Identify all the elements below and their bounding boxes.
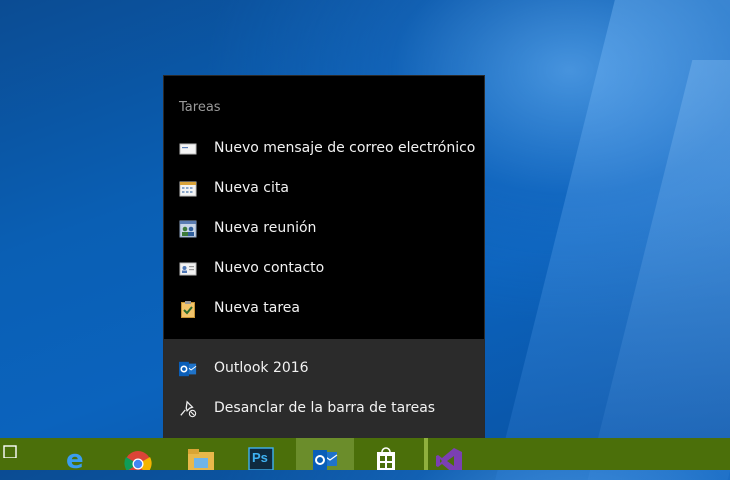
tasks-header: Tareas <box>179 100 221 115</box>
task-new-contact[interactable]: Nuevo contacto <box>164 250 484 288</box>
svg-text:e: e <box>66 445 84 470</box>
chrome-button[interactable] <box>115 438 161 477</box>
outlook-jump-list: Tareas Nuevo mensaje de correo electróni… <box>164 76 484 438</box>
task-view-icon <box>3 438 19 462</box>
open-outlook-2016[interactable]: Outlook 2016 <box>164 350 484 388</box>
pinned-label: Desanclar de la barra de tareas <box>214 400 436 416</box>
task-new-meeting[interactable]: Nueva reunión <box>164 210 484 248</box>
task-label: Nueva reunión <box>214 220 317 236</box>
visual-studio-icon <box>434 438 464 474</box>
task-new-email[interactable]: Nuevo mensaje de correo electrónico <box>164 130 484 168</box>
pinned-label: Outlook 2016 <box>214 360 309 376</box>
photoshop-button[interactable]: Ps <box>238 438 284 470</box>
unpin-icon <box>179 400 197 418</box>
task-label: Nueva cita <box>214 180 289 196</box>
chrome-icon <box>123 438 153 477</box>
folder-icon <box>185 438 215 474</box>
visual-studio-button[interactable] <box>424 438 474 474</box>
task-new-appointment[interactable]: Nueva cita <box>164 170 484 208</box>
running-indicator <box>424 438 428 470</box>
calendar-icon <box>179 180 197 198</box>
file-explorer-button[interactable] <box>177 438 223 470</box>
pinned-section: Outlook 2016 Desanclar de la barra de ta… <box>164 339 484 438</box>
edge-button[interactable]: e <box>52 438 98 475</box>
task-view-button[interactable] <box>0 438 22 470</box>
edge-icon: e <box>61 438 89 475</box>
outlook-taskbar-button[interactable] <box>296 438 354 470</box>
photoshop-label: Ps <box>252 450 268 465</box>
task-clipboard-icon <box>179 300 197 318</box>
store-icon <box>371 438 401 474</box>
photoshop-icon: Ps <box>248 438 274 470</box>
meeting-icon <box>179 220 197 238</box>
task-label: Nuevo contacto <box>214 260 325 276</box>
new-email-icon <box>179 140 197 158</box>
store-button[interactable] <box>363 438 409 470</box>
task-label: Nuevo mensaje de correo electrónico <box>214 140 476 156</box>
contact-card-icon <box>179 260 197 278</box>
task-new-task[interactable]: Nueva tarea <box>164 290 484 328</box>
task-label: Nueva tarea <box>214 300 300 316</box>
unpin-from-taskbar[interactable]: Desanclar de la barra de tareas <box>164 390 484 428</box>
taskbar: e Ps <box>0 438 730 477</box>
outlook-icon <box>310 438 340 474</box>
outlook-icon <box>179 360 197 378</box>
